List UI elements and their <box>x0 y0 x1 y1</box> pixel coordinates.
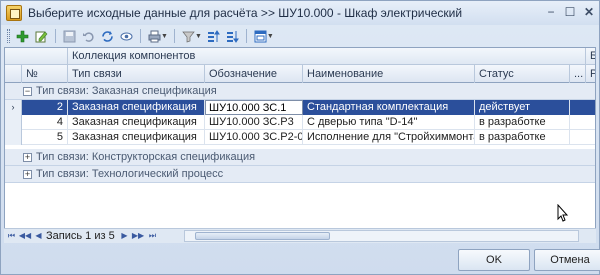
band-header-collection: Коллекция компонентов <box>68 48 586 65</box>
table-row[interactable]: 5 Заказная спецификация ШУ10.000 ЗС.Р2-0… <box>5 130 595 145</box>
add-icon <box>16 30 29 42</box>
row-indicator <box>5 130 22 145</box>
refresh-icon <box>102 30 113 42</box>
print-icon <box>148 30 161 42</box>
cell-extra[interactable] <box>570 130 595 145</box>
collapse-icon[interactable]: − <box>23 87 32 96</box>
last-record-button[interactable]: ⏭ <box>147 230 158 242</box>
column-header-right[interactable]: Р <box>586 65 595 83</box>
components-grid: Коллекция компонентов Б № Тип связи Обоз… <box>4 47 596 243</box>
toolbar-grip <box>7 29 10 43</box>
cell-status[interactable]: в разработке <box>475 115 570 130</box>
cell-name[interactable]: С дверью типа "D-14" <box>303 115 475 130</box>
cell-extra[interactable] <box>570 100 595 115</box>
toolbar-separator <box>245 29 247 43</box>
cell-num[interactable]: 2 <box>22 100 68 115</box>
add-button[interactable] <box>13 27 32 45</box>
layout-button[interactable] <box>251 27 270 45</box>
group-row[interactable]: + Тип связи: Конструкторская спецификаци… <box>5 149 595 166</box>
toolbar-separator <box>140 29 141 43</box>
cell-num[interactable]: 5 <box>22 130 68 145</box>
filter-button[interactable] <box>179 27 198 45</box>
view-icon <box>120 32 133 40</box>
record-navigator: ⏮ ◀◀ ◀ Запись 1 из 5 ▶ ▶▶ ⏭ <box>4 228 596 243</box>
filter-icon <box>182 31 195 42</box>
first-record-button[interactable]: ⏮ <box>6 230 17 242</box>
prev-record-button[interactable]: ◀ <box>33 230 44 242</box>
sort-desc-icon <box>226 30 239 43</box>
save-icon <box>63 30 76 42</box>
print-button[interactable] <box>145 27 164 45</box>
edit-button[interactable] <box>32 27 51 45</box>
group-label: Тип связи: Заказная спецификация <box>36 85 217 97</box>
cell-name[interactable]: Исполнение для "Стройхиммонтаж" <box>303 130 475 145</box>
column-header-ellipsis[interactable]: ... <box>570 65 586 83</box>
cell-num[interactable]: 4 <box>22 115 68 130</box>
edit-icon <box>35 31 48 42</box>
band-spacer <box>5 48 68 65</box>
record-counter: Запись 1 из 5 <box>46 230 115 242</box>
cell-status[interactable]: действует <box>475 100 570 115</box>
next-record-button[interactable]: ▶ <box>119 230 130 242</box>
cancel-button[interactable]: Отмена <box>534 249 600 271</box>
ok-button[interactable]: OK <box>458 249 530 271</box>
cell-link-type[interactable]: Заказная спецификация <box>68 100 205 115</box>
cell-link-type[interactable]: Заказная спецификация <box>68 115 205 130</box>
app-icon <box>6 5 22 21</box>
column-header-link-type[interactable]: Тип связи <box>68 65 205 83</box>
toolbar-separator <box>173 29 175 43</box>
undo-button[interactable] <box>79 27 98 45</box>
layout-icon <box>254 30 267 42</box>
undo-icon <box>83 31 94 42</box>
view-button[interactable] <box>117 27 136 45</box>
toolbar-separator <box>55 29 56 43</box>
cell-designation[interactable]: ШУ10.000 ЗС.Р3 <box>205 115 303 130</box>
save-button[interactable] <box>60 27 79 45</box>
row-indicator-icon: › <box>5 100 22 115</box>
table-row[interactable]: › 2 Заказная спецификация ШУ10.000 ЗС.1 … <box>5 100 595 115</box>
expand-icon[interactable]: + <box>23 170 32 179</box>
prev-page-button[interactable]: ◀◀ <box>18 230 32 242</box>
close-button[interactable]: ✕ <box>581 5 597 19</box>
group-label: Тип связи: Конструкторская спецификация <box>36 151 256 163</box>
column-header-row: № Тип связи Обозначение Наименование Ста… <box>5 65 595 83</box>
column-header-name[interactable]: Наименование <box>303 65 475 83</box>
column-header-indicator <box>5 65 22 83</box>
column-header-designation[interactable]: Обозначение <box>205 65 303 83</box>
band-header-row: Коллекция компонентов Б <box>5 48 595 65</box>
expand-icon[interactable]: + <box>23 153 32 162</box>
title-bar: Выберите исходные данные для расчёта >> … <box>1 1 599 25</box>
group-row[interactable]: − Тип связи: Заказная спецификация <box>5 83 595 100</box>
dialog-window: Выберите исходные данные для расчёта >> … <box>0 0 600 275</box>
maximize-button[interactable]: ☐ <box>562 5 578 19</box>
cell-extra[interactable] <box>570 115 595 130</box>
cell-designation-editor[interactable]: ШУ10.000 ЗС.1 <box>205 100 303 115</box>
horizontal-scrollbar[interactable] <box>184 230 579 242</box>
scrollbar-thumb[interactable] <box>195 232 330 240</box>
column-header-num[interactable]: № <box>22 65 68 83</box>
dialog-footer: OK Отмена <box>1 245 600 275</box>
column-header-status[interactable]: Статус <box>475 65 570 83</box>
sort-asc-button[interactable] <box>204 27 223 45</box>
sort-asc-icon <box>207 29 220 42</box>
mouse-cursor-icon <box>557 204 569 222</box>
window-title: Выберите исходные данные для расчёта >> … <box>28 6 463 20</box>
next-page-button[interactable]: ▶▶ <box>131 230 145 242</box>
cell-status[interactable]: в разработке <box>475 130 570 145</box>
row-indicator <box>5 115 22 130</box>
cell-link-type[interactable]: Заказная спецификация <box>68 130 205 145</box>
group-label: Тип связи: Технологический процесс <box>36 168 224 180</box>
table-row[interactable]: 4 Заказная спецификация ШУ10.000 ЗС.Р3 С… <box>5 115 595 130</box>
group-row[interactable]: + Тип связи: Технологический процесс <box>5 166 595 183</box>
minimize-button[interactable]: − <box>543 5 559 19</box>
refresh-button[interactable] <box>98 27 117 45</box>
band-header-right: Б <box>586 48 595 65</box>
toolbar: ▼ ▼ ▼ <box>5 26 595 46</box>
cell-designation[interactable]: ШУ10.000 ЗС.Р2-01 <box>205 130 303 145</box>
cell-name[interactable]: Стандартная комплектация <box>303 100 475 115</box>
sort-desc-button[interactable] <box>223 27 242 45</box>
